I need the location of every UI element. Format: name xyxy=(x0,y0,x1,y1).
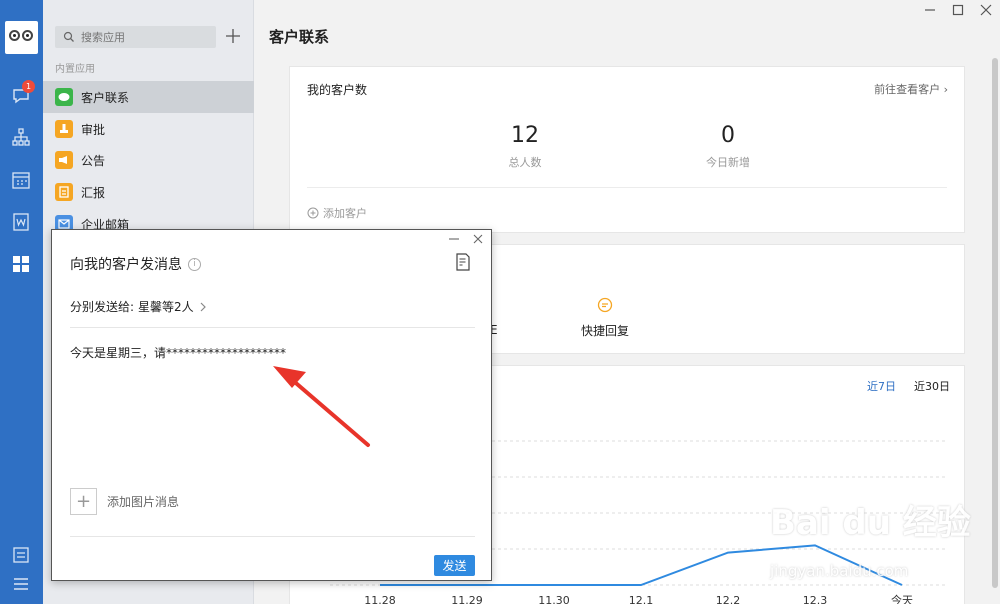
x-tick-label: 12.3 xyxy=(803,594,828,604)
add-app-icon[interactable] xyxy=(225,28,241,44)
app-item-customer-contact[interactable]: 客户联系 xyxy=(43,81,254,113)
quick-reply-tool[interactable]: 快捷回复 xyxy=(575,297,635,339)
total-value: 12 xyxy=(511,123,539,148)
app-item-label: 客户联系 xyxy=(81,90,130,105)
avatar[interactable] xyxy=(5,21,38,54)
plus-circle-icon xyxy=(307,207,319,219)
page-title: 客户联系 xyxy=(269,28,330,46)
unread-badge: 1 xyxy=(22,80,35,93)
x-tick-label: 11.30 xyxy=(538,594,570,604)
recipients-row[interactable]: 分别发送给: 星馨等2人 xyxy=(70,298,208,315)
dialog-title-row: 向我的客户发消息 i xyxy=(70,254,201,274)
minimize-icon[interactable] xyxy=(924,4,936,16)
customer-count-card: 我的客户数 前往查看客户 › 12 总人数 0 今日新增 添加客户 xyxy=(289,66,965,233)
watermark-url: jingyan.baidu.com xyxy=(770,562,909,580)
view-customers-link[interactable]: 前往查看客户 › xyxy=(874,81,948,97)
menu-icon[interactable] xyxy=(11,574,31,594)
dialog-divider xyxy=(70,536,475,537)
app-item-approval[interactable]: 审批 xyxy=(43,113,254,145)
left-rail: 1 xyxy=(0,0,43,604)
send-button[interactable]: 发送 xyxy=(434,555,475,576)
quick-reply-icon xyxy=(597,297,613,313)
search-icon xyxy=(63,31,74,42)
chat-bubble-icon xyxy=(55,88,73,106)
add-image-button[interactable]: + 添加图片消息 xyxy=(70,488,179,515)
quick-reply-label: 快捷回复 xyxy=(580,324,629,338)
add-image-label: 添加图片消息 xyxy=(107,495,180,509)
info-icon[interactable]: i xyxy=(188,257,201,271)
new-label: 今日新增 xyxy=(706,156,750,169)
dialog-title: 向我的客户发消息 xyxy=(70,257,182,273)
maximize-icon[interactable] xyxy=(952,4,964,16)
x-tick-label: 11.28 xyxy=(364,594,396,604)
plus-icon: + xyxy=(70,488,97,515)
total-stat: 12 总人数 xyxy=(465,123,585,170)
send-message-dialog: 向我的客户发消息 i 分别发送给: 星馨等2人 今天是星期三，请********… xyxy=(51,229,492,581)
x-tick-label: 12.1 xyxy=(629,594,654,604)
stamp-icon xyxy=(55,120,73,138)
search-input[interactable] xyxy=(81,30,201,44)
message-history-icon[interactable] xyxy=(455,253,471,271)
calendar-icon[interactable] xyxy=(11,170,31,190)
card-divider xyxy=(307,187,947,188)
watermark-logo: Bai du 经验 xyxy=(770,503,971,543)
document-w-icon[interactable] xyxy=(11,212,31,232)
megaphone-icon xyxy=(55,151,73,169)
apps-grid-icon[interactable] xyxy=(11,254,31,274)
report-icon xyxy=(55,183,73,201)
new-value: 0 xyxy=(721,123,735,148)
section-label: 内置应用 xyxy=(55,64,95,75)
card-heading: 我的客户数 xyxy=(307,83,368,97)
avatar-eye-left xyxy=(9,30,20,41)
chevron-right-icon xyxy=(200,302,206,311)
add-customer-label: 添加客户 xyxy=(323,207,367,220)
avatar-eye-right xyxy=(22,30,33,41)
search-box[interactable] xyxy=(55,26,216,48)
app-item-label: 公告 xyxy=(81,153,106,168)
app-item-report[interactable]: 汇报 xyxy=(43,176,254,208)
minimize-icon[interactable] xyxy=(449,234,459,244)
settings-panel-icon[interactable] xyxy=(11,545,31,565)
dialog-divider xyxy=(70,327,475,328)
close-icon[interactable] xyxy=(473,234,483,244)
window-controls xyxy=(924,4,992,16)
app-item-label: 审批 xyxy=(81,122,106,137)
message-textarea[interactable]: 今天是星期三，请******************** xyxy=(70,344,470,361)
scrollbar[interactable] xyxy=(992,58,998,588)
new-today-stat: 0 今日新增 xyxy=(668,123,788,170)
app-item-label: 汇报 xyxy=(81,185,106,200)
dialog-controls xyxy=(449,234,483,244)
recipients-label: 分别发送给: xyxy=(70,300,135,314)
close-icon[interactable] xyxy=(980,4,992,16)
app-item-announcement[interactable]: 公告 xyxy=(43,144,254,176)
x-tick-label: 11.29 xyxy=(451,594,483,604)
org-chart-icon[interactable] xyxy=(11,127,31,147)
add-customer-button[interactable]: 添加客户 xyxy=(307,205,367,221)
total-label: 总人数 xyxy=(508,156,542,169)
recipients-value: 星馨等2人 xyxy=(138,300,194,314)
x-tick-label: 12.2 xyxy=(716,594,741,604)
x-tick-label: 今天 xyxy=(891,593,913,604)
